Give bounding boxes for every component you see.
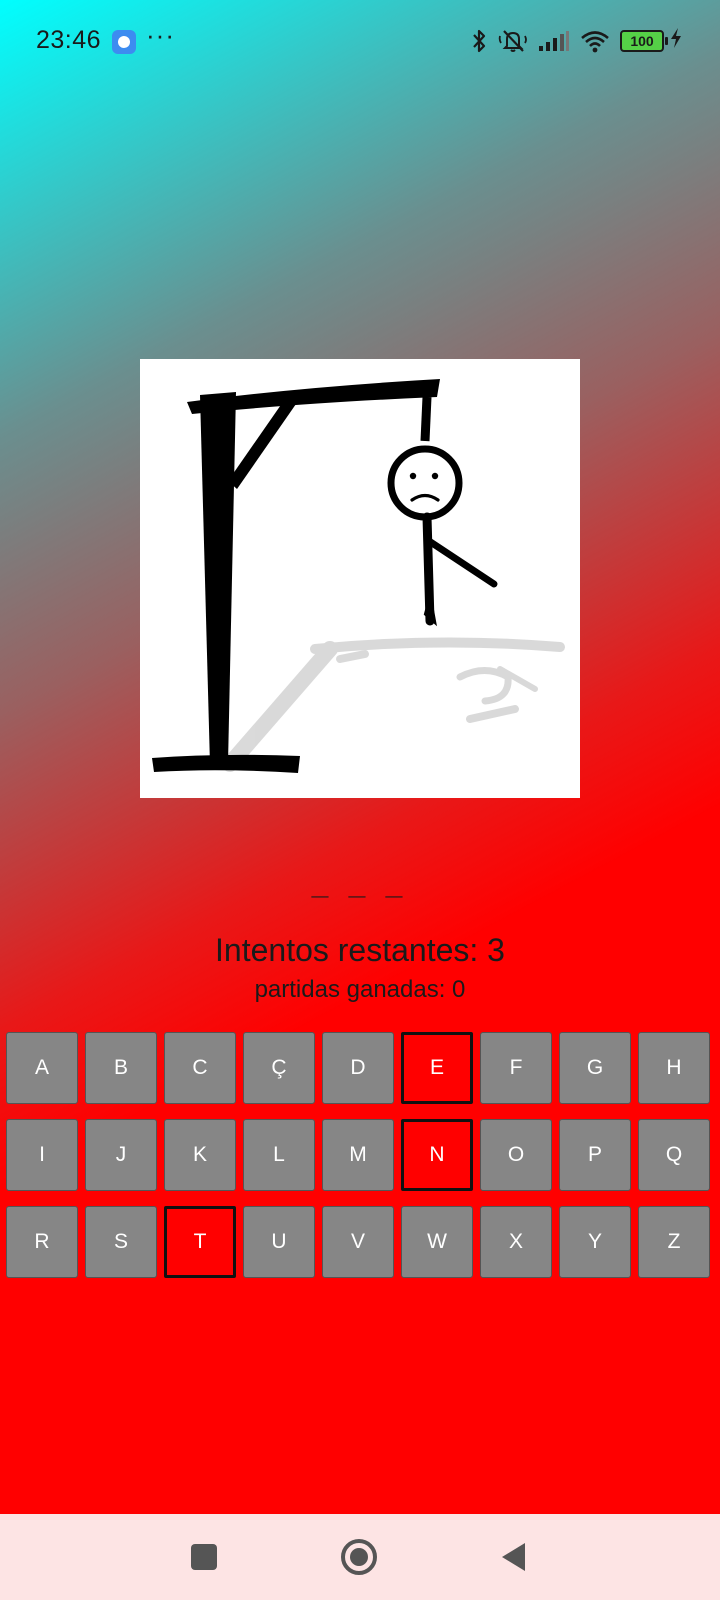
- hidden-word: _ _ _: [311, 868, 409, 901]
- letter-key[interactable]: K: [164, 1119, 236, 1191]
- letter-key[interactable]: J: [85, 1119, 157, 1191]
- status-icons: 100: [470, 26, 668, 56]
- letter-key[interactable]: C: [164, 1032, 236, 1104]
- letter-key[interactable]: F: [480, 1032, 552, 1104]
- letter-key[interactable]: P: [559, 1119, 631, 1191]
- letter-key[interactable]: R: [6, 1206, 78, 1278]
- back-icon: [502, 1543, 525, 1571]
- letter-key[interactable]: B: [85, 1032, 157, 1104]
- bluetooth-icon: [473, 29, 486, 53]
- navigation-bar: [0, 1514, 720, 1600]
- letter-key[interactable]: T: [164, 1206, 236, 1278]
- letter-key[interactable]: N: [401, 1119, 473, 1191]
- silent-bell-icon: [498, 30, 527, 52]
- games-won-label: partidas ganadas: 0: [254, 976, 466, 1003]
- letter-key[interactable]: S: [85, 1206, 157, 1278]
- home-button[interactable]: [339, 1537, 379, 1577]
- remaining-attempts-label: Intentos restantes: 3: [215, 932, 505, 968]
- gallows-shadow: [222, 637, 565, 772]
- recent-apps-icon: [191, 1544, 217, 1570]
- home-icon: [341, 1539, 377, 1575]
- keyboard-row: IJKLMNOPQ: [6, 1119, 716, 1191]
- charging-icon: [671, 28, 681, 48]
- letter-key[interactable]: Q: [638, 1119, 710, 1191]
- app-notification-icon: [112, 30, 136, 54]
- battery-icon: 100: [620, 30, 668, 52]
- keyboard-row: ABCÇDEFGH: [6, 1032, 716, 1104]
- letter-key[interactable]: E: [401, 1032, 473, 1104]
- status-bar: 23:46 ··· 100: [0, 0, 720, 80]
- letter-key[interactable]: Z: [638, 1206, 710, 1278]
- letter-key[interactable]: X: [480, 1206, 552, 1278]
- gallows: [152, 379, 440, 773]
- letter-key[interactable]: U: [243, 1206, 315, 1278]
- game-screen: 23:46 ··· 100 _ _ _ Intentos restantes: …: [0, 0, 720, 1600]
- keyboard-row: RSTUVWXYZ: [6, 1206, 716, 1278]
- letter-key[interactable]: Y: [559, 1206, 631, 1278]
- status-time: 23:46: [36, 26, 102, 54]
- letter-key[interactable]: A: [6, 1032, 78, 1104]
- signal-icon: [539, 31, 569, 51]
- letter-key[interactable]: W: [401, 1206, 473, 1278]
- wifi-icon: [581, 31, 609, 53]
- letter-key[interactable]: V: [322, 1206, 394, 1278]
- letter-key[interactable]: G: [559, 1032, 631, 1104]
- letter-key[interactable]: I: [6, 1119, 78, 1191]
- letter-keyboard: ABCÇDEFGH IJKLMNOPQ RSTUVWXYZ: [6, 1032, 716, 1293]
- letter-key[interactable]: L: [243, 1119, 315, 1191]
- letter-key[interactable]: D: [322, 1032, 394, 1104]
- hangman-figure: [387, 445, 498, 627]
- letter-key[interactable]: H: [638, 1032, 710, 1104]
- back-button[interactable]: [494, 1537, 534, 1577]
- hangman-image: [140, 359, 580, 798]
- recent-apps-button[interactable]: [184, 1537, 224, 1577]
- letter-key[interactable]: Ç: [243, 1032, 315, 1104]
- letter-key[interactable]: M: [322, 1119, 394, 1191]
- more-notifications-icon: ···: [146, 20, 175, 50]
- letter-key[interactable]: O: [480, 1119, 552, 1191]
